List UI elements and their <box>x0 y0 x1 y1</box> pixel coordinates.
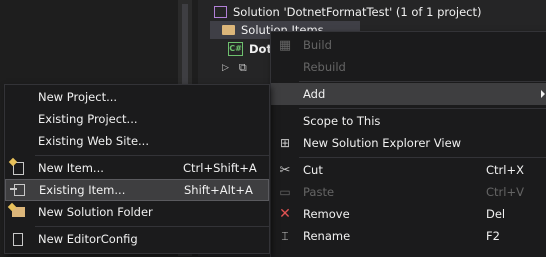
rename-icon: ⌶ <box>281 228 289 243</box>
new-folder-icon <box>10 204 26 220</box>
csharp-project-icon: C# <box>228 42 243 56</box>
editorconfig-icon <box>10 231 26 247</box>
folder-icon <box>222 25 235 35</box>
submenu-item-new-editorconfig[interactable]: New EditorConfig <box>5 228 269 250</box>
context-menu: ▦ Build Rebuild Add Scope to This ⊞ New … <box>270 31 546 257</box>
submenu-item-new-solution-folder[interactable]: New Solution Folder <box>5 201 269 223</box>
submenu-item-new-project[interactable]: New Project... <box>5 86 269 108</box>
menu-item-paste[interactable]: ▭ Paste Ctrl+V <box>271 181 546 203</box>
new-explorer-view-icon: ⊞ <box>279 136 291 150</box>
menu-item-cut[interactable]: ✂ Cut Ctrl+X <box>271 159 546 181</box>
menu-separator <box>299 81 546 82</box>
new-item-icon <box>10 160 26 176</box>
solution-icon <box>214 6 227 18</box>
tree-row-dependencies[interactable]: ▷ ⧉ <box>222 59 247 77</box>
submenu-item-existing-project[interactable]: Existing Project... <box>5 108 269 130</box>
project-label: Dot <box>249 42 272 56</box>
menu-item-add[interactable]: Add <box>271 83 546 105</box>
solution-label: Solution 'DotnetFormatTest' (1 of 1 proj… <box>233 5 482 19</box>
dependencies-icon: ⧉ <box>238 61 247 74</box>
tree-row-project[interactable]: C# Dot <box>228 40 272 58</box>
menu-separator <box>35 155 269 156</box>
paste-icon: ▭ <box>279 185 291 199</box>
scrollbar-thumb[interactable] <box>182 4 188 84</box>
menu-separator <box>299 108 546 109</box>
cut-icon: ✂ <box>279 162 291 178</box>
menu-item-rebuild[interactable]: Rebuild <box>271 56 546 78</box>
add-submenu: New Project... Existing Project... Exist… <box>4 84 270 254</box>
menu-item-rename[interactable]: ⌶ Rename F2 <box>271 225 546 247</box>
expand-arrow-icon[interactable]: ▷ <box>222 63 229 73</box>
menu-separator <box>35 226 269 227</box>
tree-row-solution[interactable]: Solution 'DotnetFormatTest' (1 of 1 proj… <box>210 3 482 21</box>
submenu-arrow-icon <box>541 90 545 98</box>
menu-separator <box>299 157 546 158</box>
menu-item-build[interactable]: ▦ Build <box>271 34 546 56</box>
existing-item-icon <box>9 182 27 198</box>
submenu-item-existing-item[interactable]: Existing Item... Shift+Alt+A <box>5 179 269 201</box>
remove-icon: ✕ <box>279 206 291 222</box>
menu-item-remove[interactable]: ✕ Remove Del <box>271 203 546 225</box>
build-icon: ▦ <box>278 37 292 53</box>
submenu-item-new-item[interactable]: New Item... Ctrl+Shift+A <box>5 157 269 179</box>
menu-item-new-solution-explorer-view[interactable]: ⊞ New Solution Explorer View <box>271 132 546 154</box>
submenu-item-existing-web-site[interactable]: Existing Web Site... <box>5 130 269 152</box>
menu-item-scope-to-this[interactable]: Scope to This <box>271 110 546 132</box>
